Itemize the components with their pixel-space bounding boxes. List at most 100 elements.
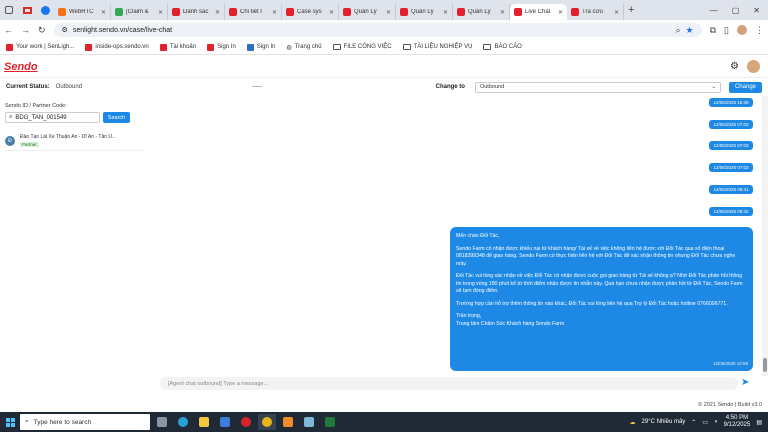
sublime-icon[interactable] — [279, 414, 297, 430]
tab-favicon-icon — [457, 8, 465, 16]
bookmark-item[interactable]: FILE CÔNG VIỆC — [332, 44, 392, 50]
user-avatar[interactable] — [747, 60, 760, 73]
profile-avatar[interactable] — [737, 25, 747, 35]
tab-close-icon[interactable]: ✕ — [329, 9, 334, 16]
edge-icon[interactable] — [174, 414, 192, 430]
browser-tab[interactable]: Danh sác ✕ — [168, 4, 225, 20]
address-bar[interactable]: ⚙ senlight.sendo.vn/case/live-chat ⌕ ★ — [53, 23, 702, 37]
tray-chevron-icon[interactable]: ⌃ — [691, 419, 696, 426]
bookmark-item[interactable]: Sign In — [246, 43, 275, 51]
message-time: 12/06/2025 10:59 — [712, 361, 748, 367]
partner-tag: Partner — [20, 141, 39, 147]
tab-close-icon[interactable]: ✕ — [614, 9, 619, 16]
partner-result-item[interactable]: Đ Đào Tạo Lái Xe Thuận An - Dĩ An - Tân … — [5, 131, 145, 151]
partner-search-value: BDG_TAN_001549 — [15, 114, 67, 121]
tab-close-icon[interactable]: ✕ — [443, 9, 448, 16]
tab-title: Quản Lý — [468, 9, 491, 15]
gmail-pinned-tab[interactable] — [18, 0, 36, 20]
tab-favicon-icon — [343, 8, 351, 16]
browser-tab[interactable]: Quản Lý ✕ — [453, 4, 510, 20]
timestamp-bubble: 12/06/2025 07:03 — [709, 163, 753, 172]
tab-close-icon[interactable]: ✕ — [500, 9, 505, 16]
back-icon[interactable]: ← — [4, 25, 13, 35]
app-icon[interactable] — [300, 414, 318, 430]
weather-icon[interactable]: ☁ — [630, 419, 636, 426]
zoom-icon[interactable]: ⌕ — [675, 25, 680, 36]
tab-title: Danh sác — [183, 9, 209, 15]
excel-icon[interactable] — [321, 414, 339, 430]
volume-icon[interactable]: ◖ — [714, 419, 718, 425]
sendo-icon — [207, 43, 215, 51]
clock[interactable]: 4:50 PM 9/12/2025 — [724, 415, 751, 429]
chat-scrollbar[interactable] — [762, 96, 768, 376]
new-tab-button[interactable]: + — [628, 4, 634, 16]
notification-icon[interactable]: ▤ — [756, 419, 762, 426]
gear-icon[interactable]: ⚙ — [730, 61, 739, 72]
tab-title: Live Chat — [525, 9, 551, 15]
bookmark-item[interactable]: Your work | SenLigh... — [6, 43, 74, 51]
change-button[interactable]: Change — [728, 81, 762, 93]
browser-tab[interactable]: WebRTC ✕ — [54, 4, 111, 20]
tab-title: Chi tiết l — [240, 9, 262, 15]
bookmark-item[interactable]: ◍ Trang chủ — [286, 44, 321, 51]
taskbar-search-placeholder: Type here to search — [33, 418, 92, 426]
tab-close-icon[interactable]: ✕ — [158, 9, 163, 16]
menu-icon[interactable]: ⋮ — [755, 25, 764, 36]
sendo-id-label: Sendo ID / Partner Code: — [5, 103, 67, 109]
chrome-icon[interactable] — [258, 414, 276, 430]
messenger-icon — [40, 5, 50, 15]
send-icon[interactable]: ➤ — [741, 377, 749, 388]
close-window-icon[interactable]: ✕ — [753, 6, 760, 15]
minimize-icon[interactable]: — — [710, 6, 718, 15]
reload-icon[interactable]: ↻ — [38, 25, 46, 36]
maximize-icon[interactable]: ▢ — [732, 6, 740, 15]
folder-icon — [332, 44, 341, 50]
site-info-icon[interactable]: ⚙ — [62, 26, 68, 34]
bookmark-item[interactable]: Tài khoản — [159, 43, 197, 51]
task-view-icon[interactable] — [153, 414, 171, 430]
bookmark-item[interactable]: Sign In — [207, 43, 236, 51]
tab-search-icon[interactable] — [0, 0, 18, 20]
bookmark-label: TÀI LIỆU NGHIỆP VỤ — [413, 44, 473, 50]
tab-close-icon[interactable]: ✕ — [386, 9, 391, 16]
tab-close-icon[interactable]: ✕ — [101, 9, 106, 16]
bookmark-item[interactable]: TÀI LIỆU NGHIỆP VỤ — [402, 44, 473, 50]
search-button[interactable]: Search — [103, 112, 130, 123]
sendo-logo[interactable]: Sendo — [4, 61, 38, 73]
forward-icon[interactable]: → — [21, 25, 30, 35]
browser-tab[interactable]: [Claim & ✕ — [111, 4, 168, 20]
opera-icon[interactable] — [237, 414, 255, 430]
browser-tab[interactable]: Tra cứu ✕ — [567, 4, 624, 20]
bookmark-item[interactable]: BÁO CÁO — [483, 44, 522, 50]
status-dash: ----- — [252, 84, 263, 90]
current-status-value: Outbound — [55, 84, 83, 90]
tab-favicon-icon — [286, 8, 294, 16]
tab-close-icon[interactable]: ✕ — [272, 9, 277, 16]
folder-icon — [402, 44, 411, 50]
browser-tab[interactable]: Quản Lý ✕ — [339, 4, 396, 20]
store-icon[interactable] — [216, 414, 234, 430]
file-explorer-icon[interactable] — [195, 414, 213, 430]
taskbar-search[interactable]: ⌕ Type here to search — [20, 414, 150, 430]
windows-start-icon[interactable] — [0, 412, 20, 432]
browser-tab[interactable]: Case sys ✕ — [282, 4, 339, 20]
bookmark-label: BÁO CÁO — [494, 44, 522, 50]
tab-close-icon[interactable]: ✕ — [558, 9, 563, 16]
sidepanel-icon[interactable]: ▯ — [724, 25, 729, 36]
extensions-icon[interactable]: ⧉ — [710, 25, 716, 36]
browser-tab[interactable]: Live Chat ✕ — [510, 4, 567, 20]
chat-composer-input[interactable]: [Agent chat outbound] Type a message... — [160, 377, 738, 390]
browser-tab[interactable]: Quản Lý ✕ — [396, 4, 453, 20]
bookmark-item[interactable]: inside-ops.sendo.vn — [85, 43, 149, 51]
bookmark-star-icon[interactable]: ★ — [686, 25, 694, 36]
browser-tab[interactable]: Chi tiết l ✕ — [225, 4, 282, 20]
network-icon[interactable]: ▭ — [702, 419, 708, 426]
weather-text[interactable]: 29°C Nhiều mây — [642, 419, 686, 425]
bookmark-label: Tài khoản — [169, 44, 197, 50]
messenger-pinned-tab[interactable] — [36, 0, 54, 20]
tab-close-icon[interactable]: ✕ — [215, 9, 220, 16]
partner-avatar: Đ — [5, 135, 15, 146]
scrollbar-thumb[interactable] — [763, 358, 767, 372]
status-select[interactable]: Outbound ⌄ — [474, 81, 721, 93]
partner-search-input[interactable]: ⌕ BDG_TAN_001549 — [5, 112, 100, 123]
